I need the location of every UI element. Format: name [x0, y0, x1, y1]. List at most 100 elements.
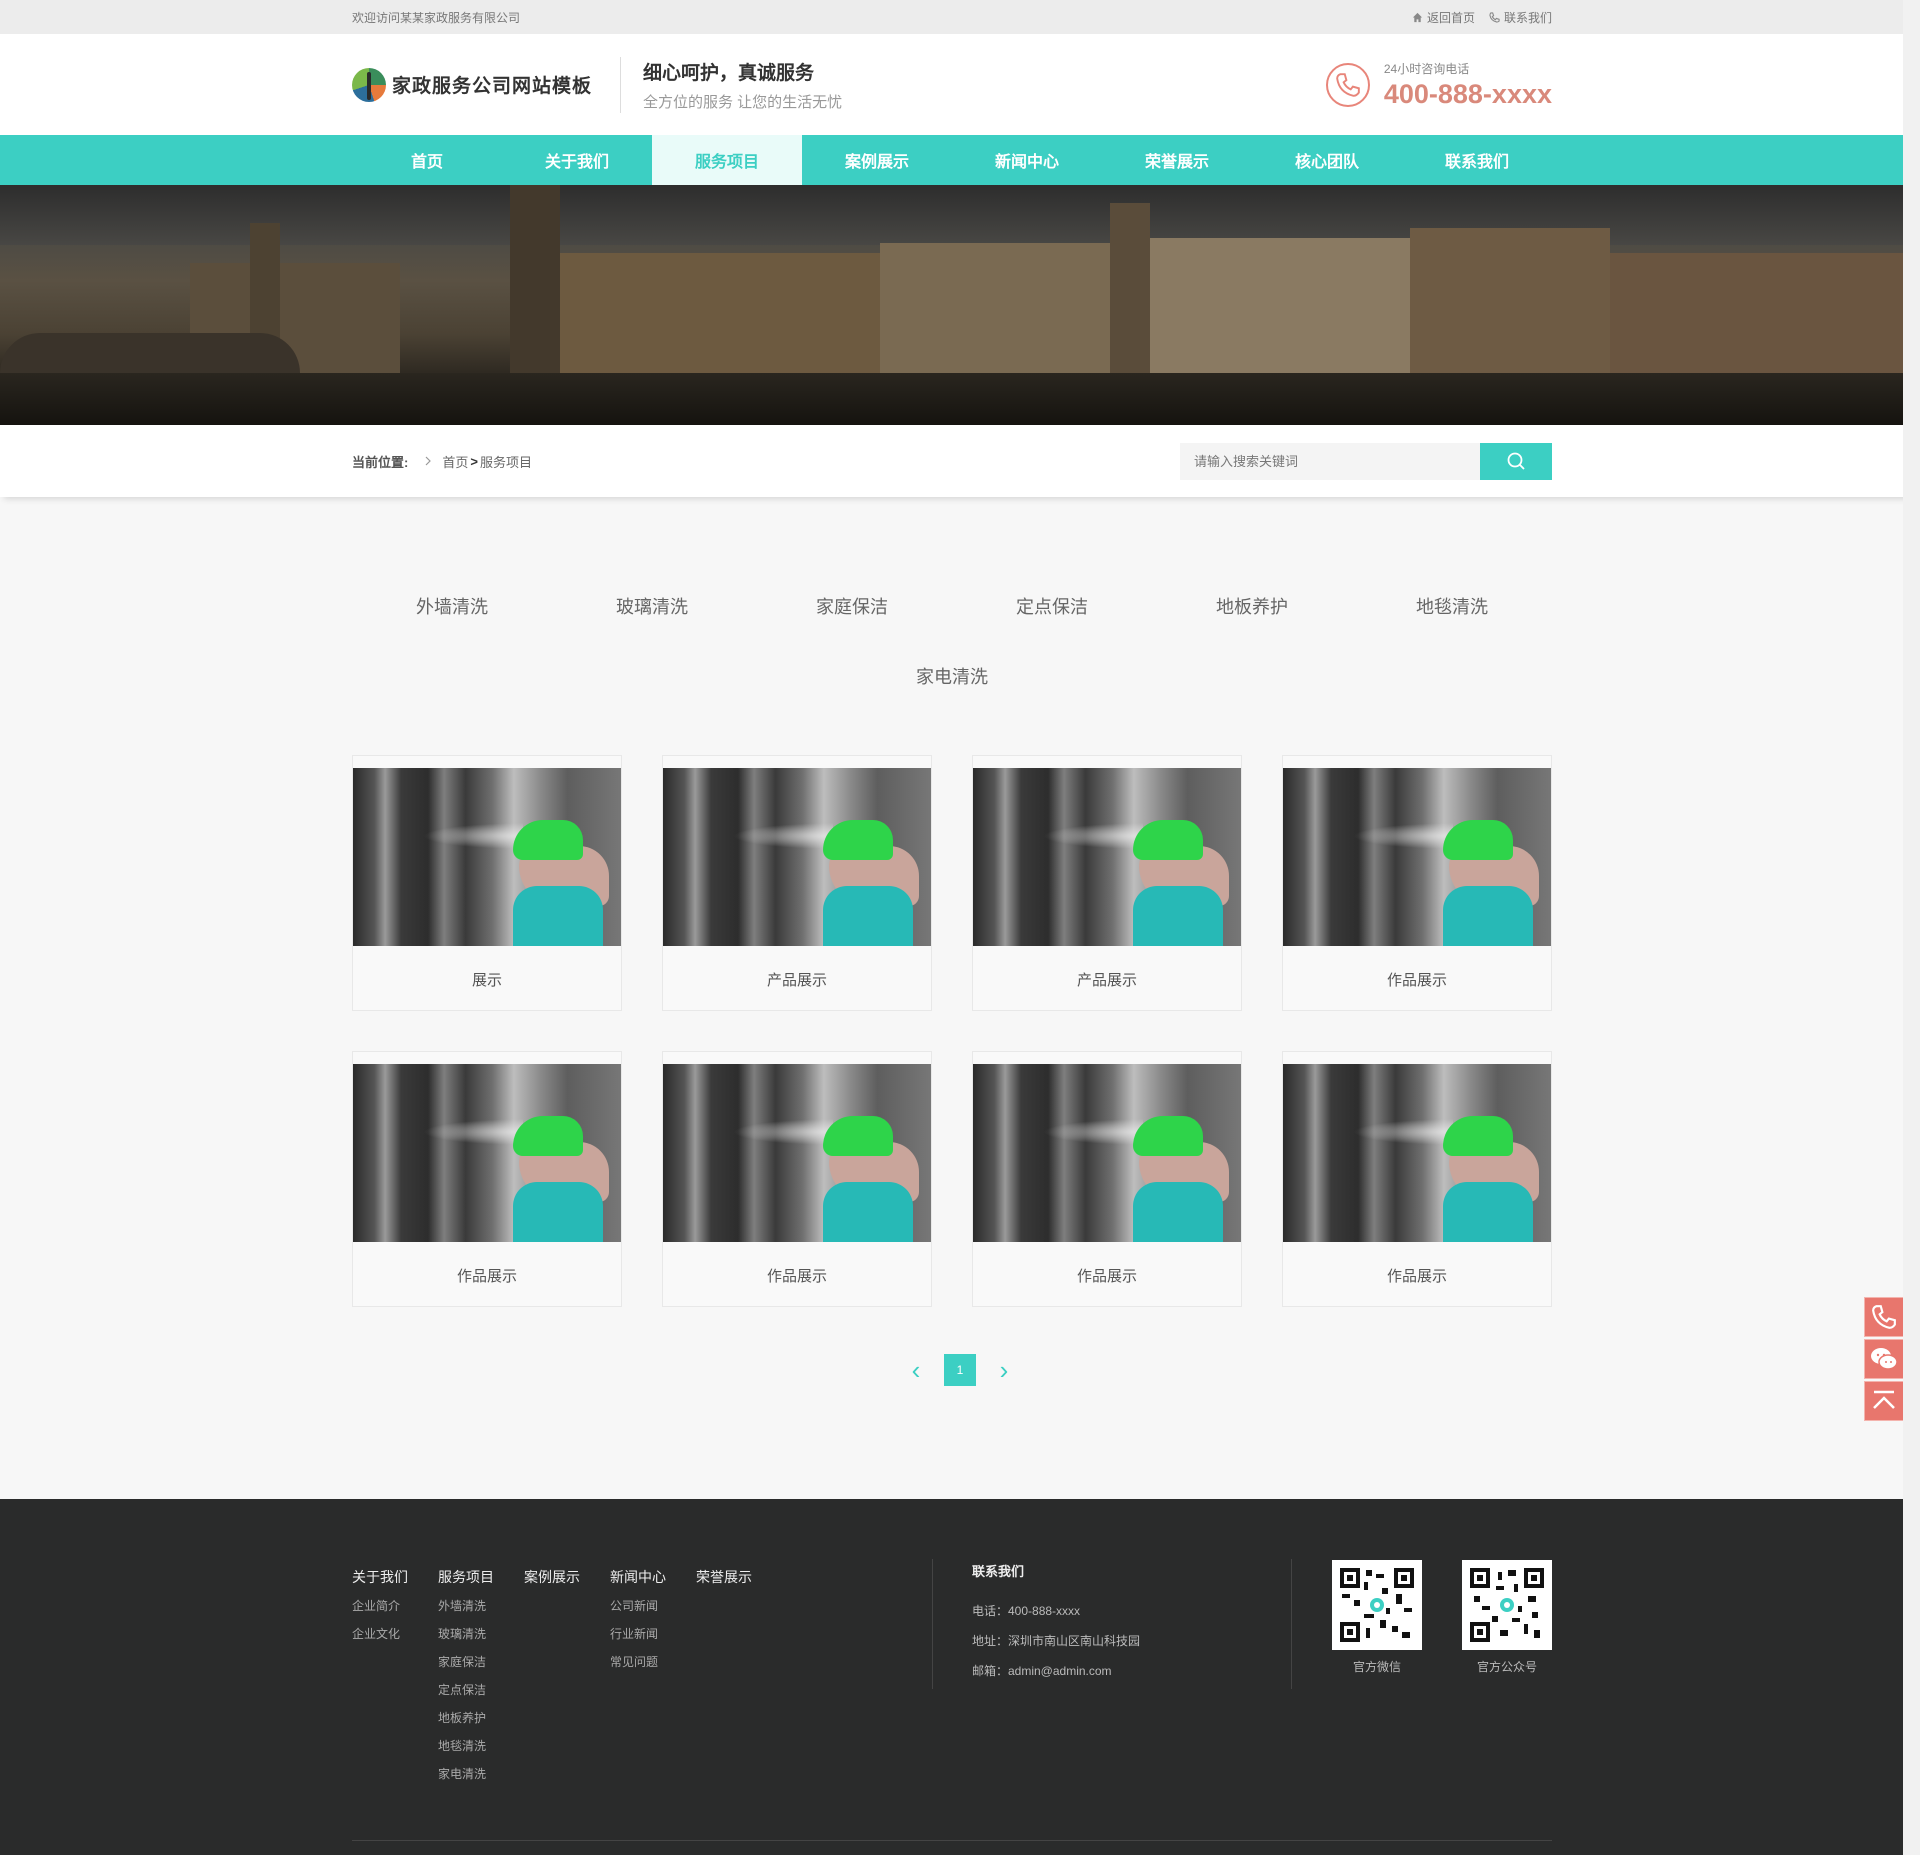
product-card[interactable]: 产品展示	[662, 755, 932, 1011]
nav-honors[interactable]: 荣誉展示	[1102, 135, 1252, 185]
footer-bottom-line	[352, 1840, 1552, 1841]
home-link-label: 返回首页	[1426, 10, 1475, 25]
page-scrollbar[interactable]	[1903, 0, 1920, 1855]
footer-link[interactable]: 地板养护	[438, 1709, 494, 1737]
product-image	[353, 1064, 621, 1242]
product-card[interactable]: 作品展示	[352, 1051, 622, 1307]
welcome-text: 欢迎访问某某家政服务有限公司	[352, 10, 521, 25]
category-item[interactable]: 定点保洁	[952, 571, 1152, 641]
product-title: 展示	[471, 971, 502, 989]
nav-about[interactable]: 关于我们	[502, 135, 652, 185]
logo-icon	[352, 67, 386, 102]
nav-cases[interactable]: 案例展示	[802, 135, 952, 185]
footer-divider	[1291, 1559, 1292, 1689]
site-logo[interactable]: 家政服务公司网站模板	[352, 67, 593, 102]
product-image	[663, 768, 931, 946]
product-card[interactable]: 作品展示	[662, 1051, 932, 1307]
footer-column-title[interactable]: 案例展示	[524, 1567, 580, 1587]
logo-text: 家政服务公司网站模板	[392, 75, 593, 97]
footer-link[interactable]: 地毯清洗	[438, 1737, 494, 1765]
footer-link[interactable]: 常见问题	[610, 1653, 666, 1681]
search-button[interactable]	[1480, 442, 1552, 480]
breadcrumb-bar: 当前位置: 首页 > 服务项目	[0, 425, 1920, 497]
footer-address: 地址：深圳市南山区南山科技园	[972, 1634, 1141, 1648]
footer-email: 邮箱：admin@admin.com	[972, 1664, 1112, 1678]
next-page-button[interactable]: ›	[994, 1354, 1014, 1386]
footer-link[interactable]: 家电清洗	[438, 1765, 494, 1793]
banner-cathedral	[510, 185, 560, 373]
footer-link[interactable]: 企业简介	[352, 1597, 408, 1625]
footer-link[interactable]: 行业新闻	[610, 1625, 666, 1653]
nav-contact[interactable]: 联系我们	[1402, 135, 1552, 185]
banner-water	[0, 373, 1920, 425]
slogan: 细心呵护，真诚服务 全方位的服务 让您的生活无忧	[643, 58, 842, 112]
product-title: 作品展示	[456, 1267, 517, 1285]
product-title: 产品展示	[766, 971, 827, 989]
page-number[interactable]: 1	[944, 1354, 976, 1386]
category-item[interactable]: 家庭保洁	[752, 571, 952, 641]
product-card[interactable]: 作品展示	[1282, 1051, 1552, 1307]
chevron-right-icon	[425, 456, 432, 466]
footer-link[interactable]: 玻璃清洗	[438, 1625, 494, 1653]
prev-page-button[interactable]: ‹	[906, 1354, 926, 1386]
float-wechat-button[interactable]	[1864, 1339, 1904, 1379]
footer-link[interactable]: 家庭保洁	[438, 1653, 494, 1681]
qr-wechat: 官方微信	[1332, 1560, 1422, 1675]
footer-column-title[interactable]: 新闻中心	[610, 1567, 666, 1587]
category-item[interactable]: 外墙清洗	[352, 571, 552, 641]
breadcrumb-current[interactable]: 服务项目	[480, 452, 532, 471]
category-list: 外墙清洗 玻璃清洗 家庭保洁 定点保洁 地板养护 地毯清洗 家电清洗	[352, 571, 1552, 711]
footer-column-title[interactable]: 服务项目	[438, 1567, 494, 1587]
hotline: 24小时咨询电话 400-888-xxxx	[1325, 60, 1552, 110]
product-card[interactable]: 作品展示	[972, 1051, 1242, 1307]
search-input[interactable]	[1180, 442, 1480, 480]
product-title: 作品展示	[1386, 1267, 1447, 1285]
footer-link[interactable]: 公司新闻	[610, 1597, 666, 1625]
qr-official-account: 官方公众号	[1462, 1560, 1552, 1675]
category-item[interactable]: 地板养护	[1152, 571, 1352, 641]
category-item[interactable]: 玻璃清洗	[552, 571, 752, 641]
breadcrumb-home[interactable]: 首页	[442, 452, 468, 471]
footer-contact-title: 联系我们	[972, 1564, 1025, 1579]
footer-column: 新闻中心 公司新闻 行业新闻 常见问题	[610, 1567, 666, 1681]
footer-column-title[interactable]: 关于我们	[352, 1567, 408, 1587]
main-nav: 首页 关于我们 服务项目 案例展示 新闻中心 荣誉展示 核心团队 联系我们	[0, 135, 1920, 185]
footer-column: 案例展示	[524, 1567, 580, 1597]
home-icon	[1412, 12, 1423, 22]
nav-news[interactable]: 新闻中心	[952, 135, 1102, 185]
nav-home[interactable]: 首页	[352, 135, 502, 185]
banner-tower	[1110, 203, 1150, 373]
category-item[interactable]: 地毯清洗	[1352, 571, 1552, 641]
home-link[interactable]: 返回首页	[1412, 9, 1475, 26]
footer-link[interactable]: 企业文化	[352, 1625, 408, 1653]
contact-link[interactable]: 联系我们	[1489, 9, 1552, 26]
site-footer: 关于我们 企业简介 企业文化 服务项目 外墙清洗 玻璃清洗 家庭保洁 定点保洁 …	[0, 1499, 1920, 1855]
hotline-phone-icon	[1325, 62, 1370, 107]
float-phone-button[interactable]	[1864, 1297, 1904, 1337]
float-back-to-top-button[interactable]	[1864, 1381, 1904, 1421]
qr-code-icon	[1462, 1560, 1552, 1650]
banner-building	[560, 253, 880, 373]
footer-link[interactable]: 定点保洁	[438, 1681, 494, 1709]
category-item[interactable]: 家电清洗	[852, 641, 1052, 711]
banner-building	[1150, 238, 1410, 373]
product-card[interactable]: 展示	[352, 755, 622, 1011]
footer-column-title[interactable]: 荣誉展示	[696, 1567, 752, 1587]
banner-sky	[0, 185, 1920, 245]
nav-services[interactable]: 服务项目	[652, 135, 802, 185]
footer-column: 荣誉展示	[696, 1567, 752, 1597]
qr-code-icon	[1332, 1560, 1422, 1650]
breadcrumb-arrow: >	[470, 453, 478, 469]
wechat-icon	[1871, 1348, 1898, 1370]
pagination: ‹ 1 ›	[0, 1354, 1920, 1386]
product-card[interactable]: 产品展示	[972, 755, 1242, 1011]
back-to-top-icon	[1873, 1390, 1895, 1409]
slogan-title: 细心呵护，真诚服务	[643, 62, 815, 84]
product-grid: 展示 产品展示 产品展示 作品展示 作品展示 作品展示 作品展示 作品展示	[352, 755, 1552, 1307]
product-image	[1283, 768, 1551, 946]
footer-column: 服务项目 外墙清洗 玻璃清洗 家庭保洁 定点保洁 地板养护 地毯清洗 家电清洗	[438, 1567, 494, 1793]
product-card[interactable]: 作品展示	[1282, 755, 1552, 1011]
footer-link[interactable]: 外墙清洗	[438, 1597, 494, 1625]
phone-icon	[1872, 1305, 1896, 1329]
nav-team[interactable]: 核心团队	[1252, 135, 1402, 185]
